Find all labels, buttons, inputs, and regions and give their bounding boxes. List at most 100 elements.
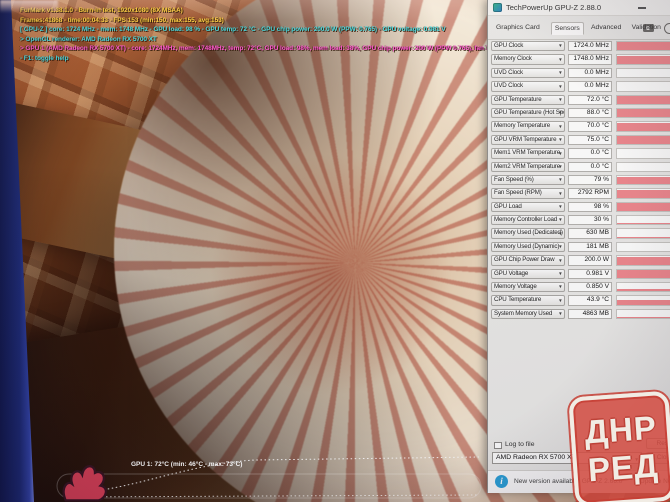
sensor-history-bar	[617, 251, 670, 252]
sensor-name-dropdown[interactable]: Memory Used (Dynamic) ▼	[491, 242, 565, 252]
sensor-name-dropdown[interactable]: Mem2 VRM Temperature ▼	[491, 162, 565, 172]
sensor-history-bar	[617, 96, 670, 104]
sensor-value: 181 MB	[568, 242, 612, 252]
sensor-value: 0.850 V	[568, 282, 612, 292]
sensor-row: Memory Used (Dedicated) ▼ 630 MB	[488, 227, 670, 240]
log-to-file-checkbox[interactable]	[494, 442, 502, 450]
sensor-name-dropdown[interactable]: GPU Load ▼	[491, 202, 565, 212]
sensor-history-bar	[617, 109, 670, 117]
sensor-history-graph	[616, 242, 670, 252]
chevron-down-icon: ▼	[558, 285, 562, 290]
sensor-value: 88.0 °C	[568, 108, 612, 118]
minimize-icon[interactable]	[638, 7, 646, 9]
sensor-name-dropdown[interactable]: GPU Chip Power Draw ▼	[491, 255, 565, 265]
sensor-name-dropdown[interactable]: CPU Temperature ▼	[491, 295, 565, 305]
sensor-name: Fan Speed (RPM)	[494, 189, 542, 196]
sensor-name-dropdown[interactable]: Fan Speed (RPM) ▼	[491, 188, 565, 198]
chevron-down-icon: ▼	[558, 98, 562, 103]
sensor-history-graph	[616, 228, 670, 238]
sensor-value: 70.0 °C	[568, 121, 612, 131]
sensor-value: 2792 RPM	[568, 188, 612, 198]
sensor-value: 200.0 W	[568, 255, 612, 265]
sensor-history-graph	[616, 255, 670, 265]
sensor-value: 0.0 MHz	[568, 81, 612, 91]
gpuz-app-icon	[493, 3, 502, 12]
sensor-history-graph	[616, 41, 670, 51]
sensor-history-bar	[617, 42, 670, 50]
sensor-name: GPU Temperature	[494, 96, 542, 103]
chevron-down-icon: ▼	[558, 71, 562, 76]
sensor-name: GPU Voltage	[494, 270, 528, 277]
sensor-history-graph	[616, 162, 670, 172]
gpuz-titlebar[interactable]: TechPowerUp GPU-Z 2.88.0	[488, 0, 670, 16]
sensor-list: GPU Clock ▼ 1724.0 MHz Memory Clock ▼ 17…	[488, 40, 670, 321]
sensor-name: Memory Used (Dynamic)	[494, 243, 559, 250]
watermark-line-1: ДНР	[583, 409, 658, 452]
sensor-name-dropdown[interactable]: UVD Clock ▼	[491, 81, 565, 91]
furmark-osd-text: FurMark v1.38.1.0 - Burn-in test, 1920x1…	[20, 6, 498, 64]
sensor-name-dropdown[interactable]: Fan Speed (%) ▼	[491, 175, 565, 185]
tab-graphics-card[interactable]: Graphics Card	[493, 22, 543, 33]
sensor-name-dropdown[interactable]: System Memory Used ▼	[491, 309, 565, 319]
chevron-down-icon: ▼	[558, 111, 562, 116]
sensor-name-dropdown[interactable]: UVD Clock ▼	[491, 68, 565, 78]
sensor-row: Memory Voltage ▼ 0.850 V	[488, 281, 670, 294]
sensor-value: 4863 MB	[568, 309, 612, 319]
sensor-history-graph	[616, 269, 670, 279]
furmark-temp-graph: GPU 1: 72°C (min: 46°C - max: 73°C)	[55, 448, 487, 502]
sensor-name-dropdown[interactable]: GPU Temperature ▼	[491, 95, 565, 105]
sensor-name: GPU Clock	[494, 42, 523, 49]
chevron-down-icon: ▼	[558, 259, 562, 264]
sensor-row: GPU Voltage ▼ 0.981 V	[488, 268, 670, 281]
sensor-name: GPU Chip Power Draw	[494, 256, 554, 263]
sensor-name: Memory Clock	[494, 55, 532, 62]
refresh-icon[interactable]	[664, 23, 670, 34]
sensor-name-dropdown[interactable]: Memory Controller Load ▼	[491, 215, 565, 225]
chevron-down-icon: ▼	[558, 125, 562, 130]
tab-sensors[interactable]: Sensors	[551, 22, 584, 35]
info-icon: i	[495, 475, 508, 488]
gpuz-window-title: TechPowerUp GPU-Z 2.88.0	[506, 3, 601, 12]
sensor-row: Memory Used (Dynamic) ▼ 181 MB	[488, 241, 670, 254]
sensor-name-dropdown[interactable]: Mem1 VRM Temperature ▼	[491, 148, 565, 158]
sensor-row: Memory Clock ▼ 1748.0 MHz	[488, 53, 670, 66]
sensor-name-dropdown[interactable]: Memory Clock ▼	[491, 54, 565, 64]
sensor-value: 72.0 °C	[568, 95, 612, 105]
sensor-row: Memory Controller Load ▼ 30 %	[488, 214, 670, 227]
sensor-history-graph	[616, 215, 670, 225]
sensor-value: 98 %	[568, 202, 612, 212]
sensor-history-graph	[616, 175, 670, 185]
sensor-history-graph	[616, 81, 670, 91]
tab-advanced[interactable]: Advanced	[588, 22, 624, 33]
sensor-name-dropdown[interactable]: Memory Voltage ▼	[491, 282, 565, 292]
sensor-name-dropdown[interactable]: GPU VRM Temperature ▼	[491, 135, 565, 145]
chevron-down-icon: ▼	[558, 218, 562, 223]
furmark-osd-line: > OpenGL renderer: AMD Radeon RX 5700 XT	[20, 35, 498, 45]
sensor-name-dropdown[interactable]: GPU Clock ▼	[491, 41, 565, 51]
chevron-down-icon: ▼	[558, 178, 562, 183]
chevron-down-icon: ▼	[558, 85, 562, 90]
sensor-name: Memory Controller Load	[494, 216, 557, 223]
sensor-value: 75.0 °C	[568, 135, 612, 145]
sensor-name-dropdown[interactable]: GPU Voltage ▼	[491, 269, 565, 279]
sensor-name-dropdown[interactable]: GPU Temperature (Hot Spot) ▼	[491, 108, 565, 118]
sensor-history-graph	[616, 121, 670, 131]
sensor-name: Memory Used (Dedicated)	[494, 229, 563, 236]
chevron-down-icon: ▼	[558, 152, 562, 157]
sensor-name-dropdown[interactable]: Memory Used (Dedicated) ▼	[491, 228, 565, 238]
sensor-history-bar	[617, 177, 670, 185]
chevron-down-icon: ▼	[558, 192, 562, 197]
sensor-row: System Memory Used ▼ 4863 MB	[488, 308, 670, 321]
sensor-row: CPU Temperature ▼ 43.9 °C	[488, 294, 670, 307]
furmark-osd-line: [ GPU-Z ] core: 1724 MHz - mem: 1748 MHz…	[20, 25, 498, 35]
chevron-down-icon: ▼	[558, 44, 562, 49]
sensor-name: Mem2 VRM Temperature	[494, 163, 560, 170]
sensor-history-graph	[616, 108, 670, 118]
sensor-history-graph	[616, 295, 670, 305]
sensor-row: Memory Temperature ▼ 70.0 °C	[488, 120, 670, 133]
sensor-name-dropdown[interactable]: Memory Temperature ▼	[491, 121, 565, 131]
sensor-row: GPU Clock ▼ 1724.0 MHz	[488, 40, 670, 53]
sensor-value: 1748.0 MHz	[568, 54, 612, 64]
sensor-row: GPU VRM Temperature ▼ 75.0 °C	[488, 134, 670, 147]
tab-validation[interactable]: Validation	[629, 22, 664, 33]
